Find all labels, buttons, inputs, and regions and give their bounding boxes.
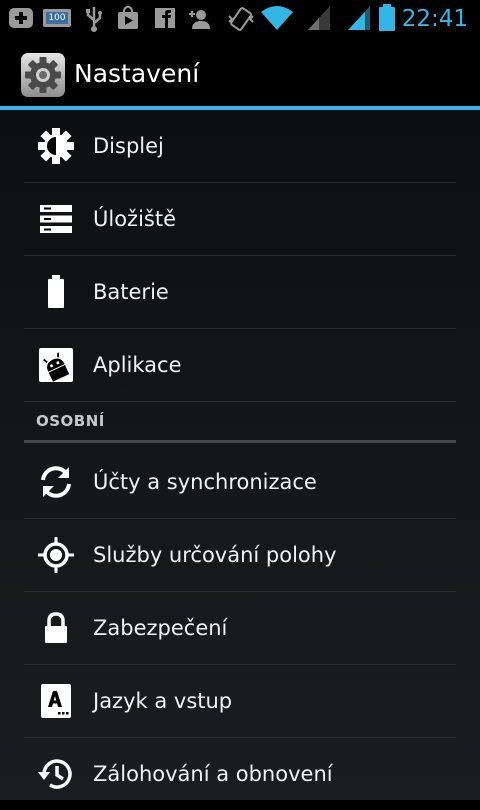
status-bar: 100 22:41 <box>0 0 480 38</box>
settings-item-backup-restore[interactable]: Zálohování a obnovení <box>24 738 456 810</box>
settings-item-label: Jazyk a vstup <box>93 689 233 713</box>
notification-badge-text: 100 <box>48 13 66 23</box>
storage-icon <box>40 205 72 233</box>
section-header-personal: OSOBNÍ <box>24 402 456 443</box>
settings-item-label: Zálohování a obnovení <box>93 762 333 786</box>
wifi-icon <box>261 6 293 30</box>
sync-icon <box>41 466 71 498</box>
settings-item-label: Displej <box>93 134 164 158</box>
settings-item-label: Aplikace <box>93 353 182 377</box>
settings-item-security[interactable]: Zabezpečení <box>24 592 456 665</box>
add-icon <box>9 8 33 28</box>
play-store-icon <box>118 6 138 29</box>
settings-item-language-input[interactable]: Jazyk a vstup <box>24 665 456 738</box>
brightness-icon <box>38 128 74 164</box>
battery-icon <box>379 4 395 31</box>
usb-icon <box>86 7 102 32</box>
facebook-icon <box>155 8 175 28</box>
gear-icon[interactable] <box>20 52 66 98</box>
settings-item-label: Účty a synchronizace <box>93 470 317 494</box>
add-contact-icon <box>189 10 210 29</box>
battery-icon <box>48 275 64 308</box>
apps-icon <box>39 348 73 382</box>
action-bar: Nastavení <box>0 38 480 106</box>
page-title: Nastavení <box>74 59 200 88</box>
settings-item-storage[interactable]: Úložiště <box>24 183 456 256</box>
status-clock: 22:41 <box>401 6 468 32</box>
settings-item-location[interactable]: Služby určování polohy <box>24 519 456 592</box>
settings-item-display[interactable]: Displej <box>24 110 456 183</box>
backup-restore-icon <box>38 759 72 789</box>
settings-item-label: Úložiště <box>93 207 177 231</box>
settings-item-label: Služby určování polohy <box>93 543 337 567</box>
settings-item-accounts-sync[interactable]: Účty a synchronizace <box>24 446 456 519</box>
settings-item-apps[interactable]: Aplikace <box>24 329 456 402</box>
settings-item-label: Zabezpečení <box>93 616 228 640</box>
lock-icon <box>45 612 67 643</box>
signal-icon <box>308 6 330 30</box>
section-header-label: OSOBNÍ <box>36 412 105 430</box>
location-icon <box>38 537 74 573</box>
keyboard-language-icon <box>41 684 71 718</box>
settings-item-label: Baterie <box>93 280 169 304</box>
vibrate-icon <box>228 7 254 31</box>
signal-icon <box>348 6 370 30</box>
settings-list: Displej Úložiště Baterie Aplikace OSOBNÍ… <box>0 110 480 800</box>
settings-item-battery[interactable]: Baterie <box>24 256 456 329</box>
